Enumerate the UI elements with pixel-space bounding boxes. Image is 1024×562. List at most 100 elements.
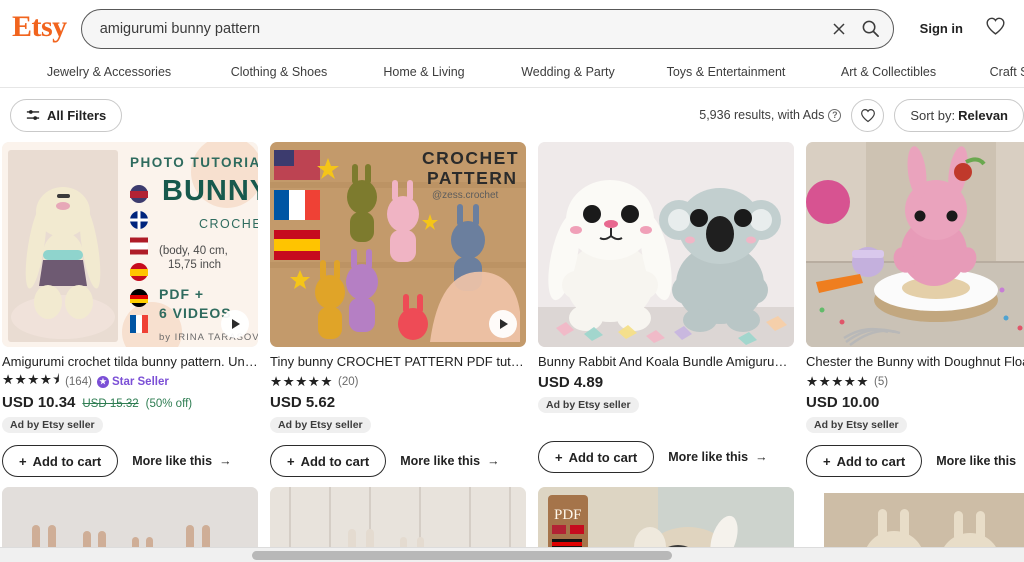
all-filters-label: All Filters [47, 107, 107, 123]
product-title[interactable]: Amigurumi crochet tilda bunny pattern. U… [2, 354, 258, 370]
product-rating: ★★★★★ (20) [270, 373, 526, 390]
play-video-button[interactable] [489, 310, 517, 338]
tiny-bunnies-image: CROCHET PATTERN @zess.crochet [270, 142, 526, 347]
arrow-right-icon: → [487, 454, 500, 469]
product-price: USD 5.62 [270, 394, 336, 412]
ad-badge: Ad by Etsy seller [806, 417, 907, 434]
horizontal-scrollbar[interactable] [0, 547, 1024, 562]
nav-item-jewelry-accessories[interactable]: Jewelry & Accessories [14, 65, 204, 79]
heart-icon [986, 17, 1005, 35]
more-like-this-label: More like this [400, 454, 481, 469]
product-discount: (50% off) [145, 398, 193, 411]
product-actions: + Add to cart More like this → [270, 445, 526, 478]
product-price-row: USD 10.00 [806, 394, 1024, 411]
star-rating: ★★★★⯨ [2, 372, 61, 388]
search-bar[interactable] [80, 8, 894, 49]
star-seller-badge: ★ Star Seller [96, 375, 169, 388]
more-like-this-link[interactable]: More like this → [936, 454, 1024, 468]
svg-text:(body, 40 cm,: (body, 40 cm, [159, 245, 228, 257]
review-count: (5) [874, 375, 889, 388]
heart-icon [860, 108, 875, 122]
add-to-cart-button[interactable]: + Add to cart [270, 445, 387, 478]
sign-in-button[interactable]: Sign in [920, 21, 963, 36]
chester-bunny-doughnut-image [806, 142, 1024, 347]
nav-item-art-collectibles[interactable]: Art & Collectibles [810, 65, 967, 79]
svg-text:PATTERN: PATTERN [427, 168, 518, 188]
review-count: (20) [338, 375, 359, 388]
star-seller-icon: ★ [96, 375, 109, 388]
product-original-price: USD 15.32 [82, 398, 139, 411]
add-to-cart-button[interactable]: + Add to cart [538, 441, 655, 474]
sort-by-label: Sort by: [910, 107, 956, 123]
product-title[interactable]: Bunny Rabbit And Koala Bundle Amigurumi … [538, 354, 794, 370]
review-count: (164) [65, 375, 92, 388]
sort-by-dropdown[interactable]: Sort by: Relevan [894, 98, 1024, 132]
star-seller-label: Star Seller [111, 375, 169, 388]
results-tools: 5,936 results, with Ads ? Sort by: Relev… [699, 88, 1024, 142]
nav-item-home-living[interactable]: Home & Living [354, 65, 494, 79]
category-nav: Jewelry & Accessories Clothing & Shoes H… [0, 57, 1024, 88]
add-to-cart-label: Add to cart [568, 449, 638, 465]
product-title[interactable]: Tiny bunny CROCHET PATTERN PDF tutorial … [270, 354, 526, 370]
all-filters-button[interactable]: All Filters [10, 98, 123, 132]
svg-text:CROCHET: CROCHET [199, 217, 258, 231]
product-card[interactable]: Bunny Rabbit And Koala Bundle Amigurumi … [538, 142, 794, 474]
product-actions: + Add to cart More like this → [2, 445, 258, 478]
product-actions: + Add to cart More like this → [806, 445, 1024, 478]
more-like-this-link[interactable]: More like this → [668, 450, 767, 464]
arrow-right-icon: → [219, 454, 232, 469]
nav-item-craft-supplies-tools[interactable]: Craft Supplies & Tools [967, 65, 1024, 79]
plus-icon: + [555, 449, 563, 465]
sort-by-value: Relevan [958, 107, 1008, 123]
site-header: Etsy Sign in [0, 0, 1024, 57]
etsy-logo[interactable]: Etsy [12, 12, 67, 45]
product-card[interactable]: PHOTO TUTORIAL BUNNY CROCHET (body, 40 c… [2, 142, 258, 478]
play-video-button[interactable] [221, 310, 249, 338]
search-submit-button[interactable] [855, 13, 887, 45]
more-like-this-label: More like this [668, 450, 749, 465]
ads-help-icon[interactable]: ? [828, 108, 842, 122]
product-rating: ★★★★★ (5) [806, 373, 1024, 390]
plus-icon: + [19, 453, 27, 469]
header-favorites-button[interactable] [985, 16, 1006, 41]
scrollbar-thumb[interactable] [252, 551, 672, 560]
save-search-button[interactable] [851, 98, 885, 132]
etsy-search-results-page: Etsy Sign in Jewelry & Accessori [0, 0, 1024, 562]
product-image[interactable]: PHOTO TUTORIAL BUNNY CROCHET (body, 40 c… [2, 142, 258, 347]
product-image[interactable] [806, 142, 1024, 347]
nav-item-toys-entertainment[interactable]: Toys & Entertainment [642, 65, 810, 79]
svg-text:CROCHET: CROCHET [422, 148, 519, 168]
svg-text:PDF +: PDF + [159, 286, 204, 302]
product-price-row: USD 5.62 [270, 394, 526, 411]
search-input[interactable] [99, 20, 823, 37]
clear-search-button[interactable] [823, 13, 855, 45]
ad-badge: Ad by Etsy seller [2, 417, 103, 434]
bunny-koala-image [538, 142, 794, 347]
more-like-this-link[interactable]: More like this → [400, 454, 499, 468]
product-price-row: USD 10.34 USD 15.32 (50% off) [2, 394, 258, 411]
nav-item-wedding-party[interactable]: Wedding & Party [494, 65, 642, 79]
svg-text:@zess.crochet: @zess.crochet [432, 190, 499, 201]
product-price: USD 10.34 [2, 394, 76, 412]
more-like-this-link[interactable]: More like this → [132, 454, 231, 468]
plus-icon: + [287, 453, 295, 469]
product-card[interactable]: CROCHET PATTERN @zess.crochet Tiny bunny… [270, 142, 526, 478]
add-to-cart-label: Add to cart [32, 453, 102, 469]
add-to-cart-button[interactable]: + Add to cart [2, 445, 119, 478]
nav-item-clothing-shoes[interactable]: Clothing & Shoes [204, 65, 354, 79]
product-price: USD 4.89 [538, 374, 604, 392]
close-icon [833, 22, 845, 35]
add-to-cart-label: Add to cart [836, 453, 906, 469]
add-to-cart-label: Add to cart [300, 453, 370, 469]
ad-badge: Ad by Etsy seller [270, 417, 371, 434]
sliders-icon [26, 110, 40, 120]
product-image[interactable]: CROCHET PATTERN @zess.crochet [270, 142, 526, 347]
product-image[interactable] [538, 142, 794, 347]
svg-text:PDF: PDF [554, 507, 582, 523]
product-card[interactable]: Chester the Bunny with Doughnut Floaty ★… [806, 142, 1024, 478]
add-to-cart-button[interactable]: + Add to cart [806, 445, 923, 478]
more-like-this-label: More like this [132, 454, 213, 469]
filter-bar: All Filters 5,936 results, with Ads ? So… [0, 88, 1024, 142]
product-title[interactable]: Chester the Bunny with Doughnut Floaty [806, 354, 1024, 370]
results-count-label: 5,936 results, with Ads [699, 108, 825, 122]
